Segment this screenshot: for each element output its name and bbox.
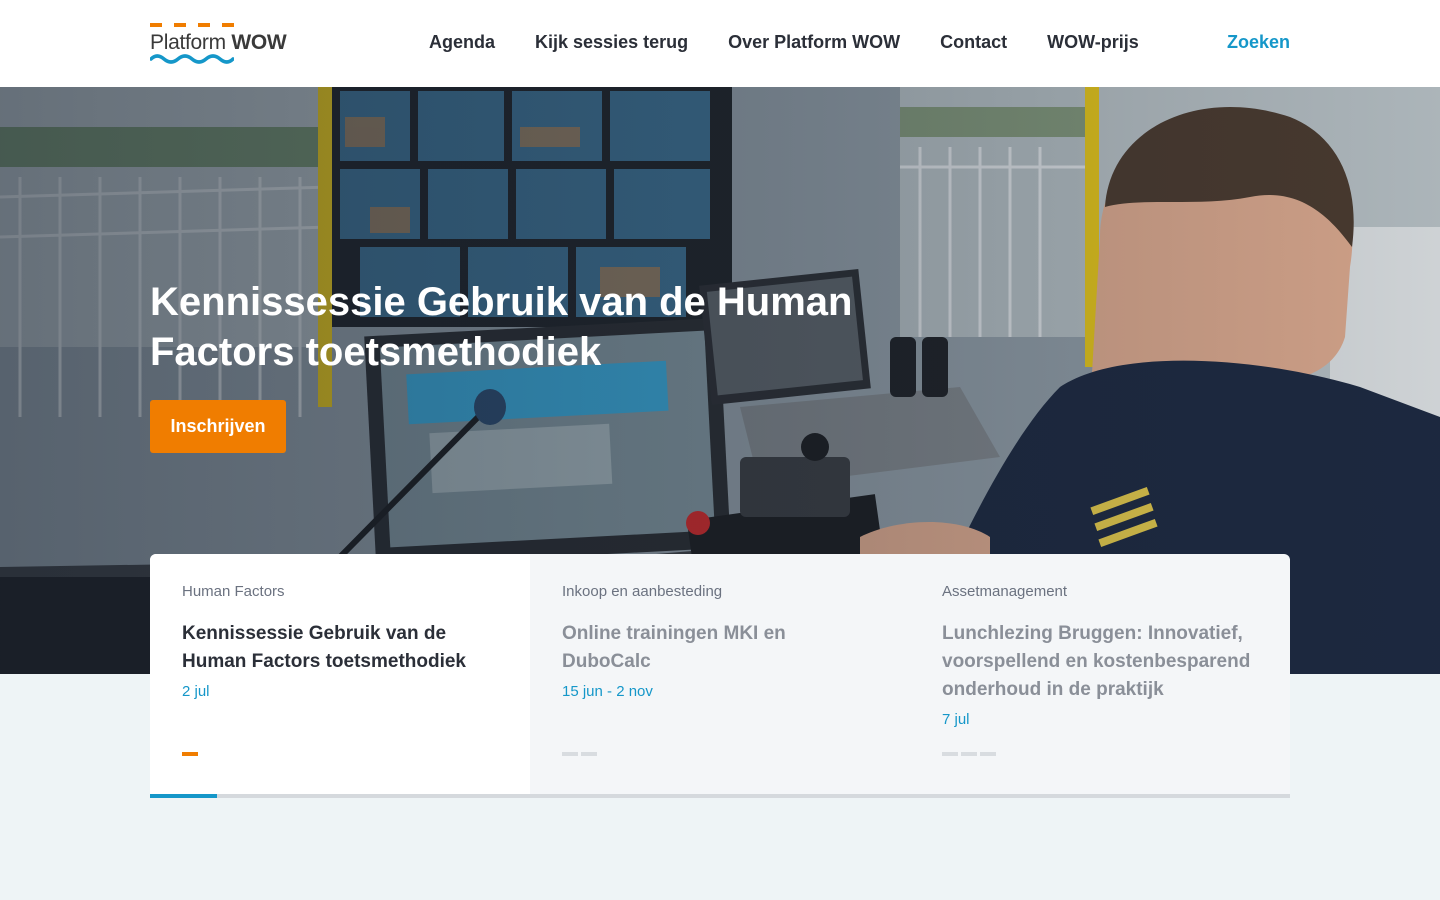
event-title[interactable]: Lunchlezing Bruggen: Innovatief, voorspe… [942,620,1258,704]
event-category: Assetmanagement [942,583,1068,600]
carousel-progress-fill [150,794,218,798]
search-link[interactable]: Zoeken [1227,28,1290,56]
event-date: 15 jun - 2 nov [562,683,653,700]
carousel-progress-bar [150,794,1290,798]
nav-item-agenda[interactable]: Agenda [409,28,515,56]
main-nav: Agenda Kijk sessies terug Over Platform … [409,28,1159,56]
hero-title: Kennissessie Gebruik van de Human Factor… [150,280,853,374]
event-title[interactable]: Online trainingen MKI en DuboCalc [562,620,878,676]
event-card-1[interactable]: Human Factors Kennissessie Gebruik van d… [150,554,530,794]
event-card-3[interactable]: Assetmanagement Lunchlezing Bruggen: Inn… [910,554,1290,794]
platform-wow-logo[interactable]: Platform WOW [150,20,292,66]
event-title[interactable]: Kennissessie Gebruik van de Human Factor… [182,620,498,676]
event-date: 7 jul [942,711,970,728]
nav-item-contact[interactable]: Contact [920,28,1027,56]
wave-icon [150,54,234,64]
site-header: Platform WOW Agenda Kijk sessies terug O… [0,0,1440,87]
event-card-2[interactable]: Inkoop en aanbesteding Online trainingen… [530,554,910,794]
nav-item-kijk-sessies-terug[interactable]: Kijk sessies terug [515,28,708,56]
logo-dashes [150,20,234,27]
event-category: Human Factors [182,583,285,600]
register-button[interactable]: Inschrijven [150,400,286,453]
nav-item-over-platform-wow[interactable]: Over Platform WOW [708,28,920,56]
logo-text: Platform WOW [150,31,287,54]
event-date: 2 jul [182,683,210,700]
nav-item-wow-prijs[interactable]: WOW-prijs [1027,28,1159,56]
event-category: Inkoop en aanbesteding [562,583,723,600]
event-carousel: Human Factors Kennissessie Gebruik van d… [150,554,1290,798]
